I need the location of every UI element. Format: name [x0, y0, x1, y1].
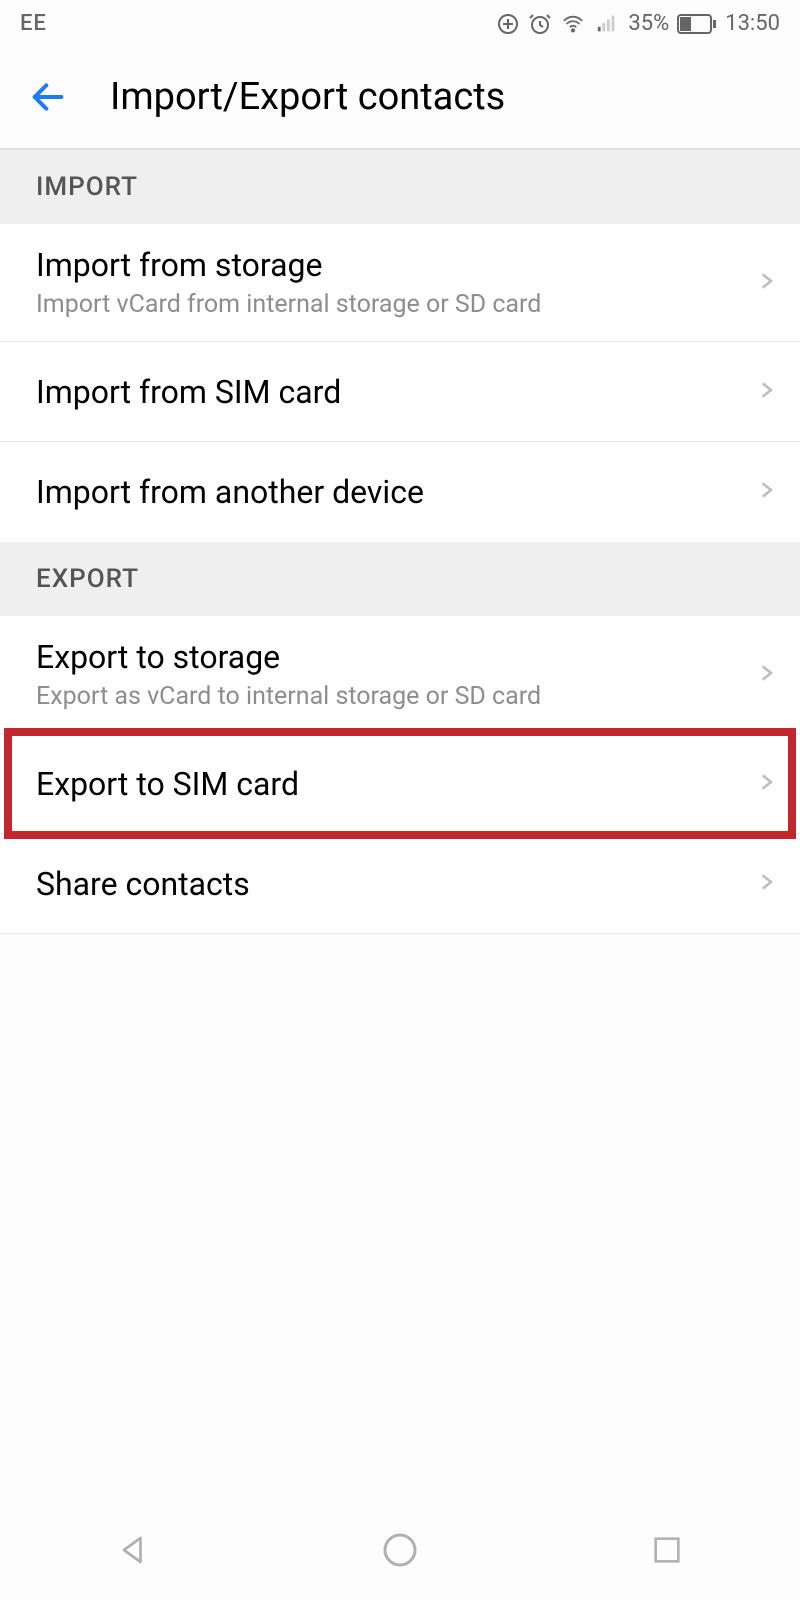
import-list: Import from storage Import vCard from in… [0, 224, 800, 542]
row-subtitle: Import vCard from internal storage or SD… [36, 290, 541, 319]
row-title: Import from another device [36, 473, 424, 511]
row-text: Export to SIM card [36, 765, 299, 803]
data-saver-icon [496, 10, 520, 35]
row-export-to-sim[interactable]: Export to SIM card [0, 734, 800, 834]
chevron-right-icon [756, 265, 776, 301]
row-subtitle: Export as vCard to internal storage or S… [36, 682, 541, 711]
chevron-right-icon [756, 474, 776, 510]
nav-recent-button[interactable] [637, 1520, 697, 1580]
row-title: Import from storage [36, 246, 541, 284]
alarm-icon [528, 10, 552, 35]
row-text: Import from SIM card [36, 373, 341, 411]
row-text: Import from another device [36, 473, 424, 511]
row-export-to-storage[interactable]: Export to storage Export as vCard to int… [0, 616, 800, 734]
battery-percent: 35% [628, 11, 669, 36]
section-header-export: EXPORT [0, 542, 800, 616]
row-import-from-sim[interactable]: Import from SIM card [0, 342, 800, 442]
wifi-icon [560, 11, 586, 36]
back-button[interactable] [20, 70, 75, 125]
chevron-right-icon [756, 766, 776, 802]
status-bar: EE 35% 13:50 [0, 0, 800, 46]
chevron-right-icon [756, 866, 776, 902]
nav-bar [0, 1500, 800, 1600]
row-title: Share contacts [36, 865, 250, 903]
battery-icon [677, 11, 717, 36]
arrow-left-icon [28, 77, 68, 117]
row-share-contacts[interactable]: Share contacts [0, 834, 800, 934]
signal-icon [594, 11, 620, 36]
row-title: Export to storage [36, 638, 541, 676]
circle-home-icon [380, 1530, 420, 1570]
nav-back-button[interactable] [103, 1520, 163, 1580]
nav-home-button[interactable] [370, 1520, 430, 1580]
row-import-from-storage[interactable]: Import from storage Import vCard from in… [0, 224, 800, 342]
row-title: Export to SIM card [36, 765, 299, 803]
chevron-right-icon [756, 657, 776, 693]
row-import-from-device[interactable]: Import from another device [0, 442, 800, 542]
section-header-import: IMPORT [0, 150, 800, 224]
row-text: Share contacts [36, 865, 250, 903]
row-text: Export to storage Export as vCard to int… [36, 638, 541, 711]
row-title: Import from SIM card [36, 373, 341, 411]
triangle-back-icon [115, 1532, 151, 1568]
carrier-label: EE [20, 11, 47, 36]
app-bar: Import/Export contacts [0, 46, 800, 150]
chevron-right-icon [756, 374, 776, 410]
row-text: Import from storage Import vCard from in… [36, 246, 541, 319]
clock: 13:50 [725, 11, 780, 36]
status-right: 35% 13:50 [496, 10, 780, 35]
page-title: Import/Export contacts [110, 75, 505, 119]
square-recent-icon [650, 1533, 684, 1567]
export-list: Export to storage Export as vCard to int… [0, 616, 800, 934]
